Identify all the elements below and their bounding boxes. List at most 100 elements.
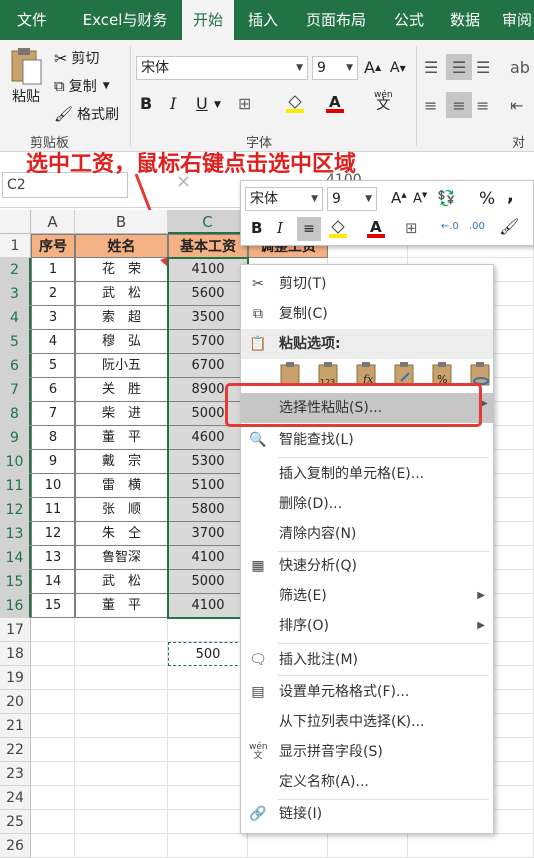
align-middle-icon[interactable]: ☰ [446, 54, 472, 80]
increase-font-icon[interactable]: A▲ [364, 58, 381, 77]
cell[interactable] [75, 618, 168, 642]
name-cell[interactable]: 阮小五 [75, 354, 168, 378]
name-cell[interactable]: 雷 横 [75, 474, 168, 498]
row-header[interactable]: 1 [0, 234, 31, 258]
tab-review[interactable]: 审阅 [494, 0, 534, 40]
column-header-c[interactable]: C [168, 210, 248, 234]
mini-font-color-button[interactable]: A [365, 217, 387, 243]
number-cell[interactable]: 11 [31, 498, 75, 522]
align-right-icon[interactable]: ≡ [476, 96, 489, 115]
row-header[interactable]: 9 [0, 426, 31, 450]
row-header[interactable]: 10 [0, 450, 31, 474]
salary-cell[interactable]: 4100 [168, 594, 248, 618]
row-header[interactable]: 4 [0, 306, 31, 330]
underline-button[interactable]: U [196, 94, 208, 113]
cell[interactable] [31, 690, 75, 714]
align-bottom-icon[interactable]: ☰ [476, 58, 490, 77]
cell[interactable] [75, 666, 168, 690]
menu-item-cut[interactable]: ✂ 剪切(T) [241, 269, 493, 299]
menu-item-delete[interactable]: 删除(D)... [241, 489, 493, 519]
name-cell[interactable]: 朱 仝 [75, 522, 168, 546]
salary-cell[interactable]: 5700 [168, 330, 248, 354]
cell[interactable] [168, 666, 248, 690]
name-cell[interactable]: 鲁智深 [75, 546, 168, 570]
row-header[interactable]: 25 [0, 810, 31, 834]
cell[interactable] [75, 834, 168, 858]
cell[interactable] [31, 666, 75, 690]
number-cell[interactable]: 12 [31, 522, 75, 546]
menu-item-pick-from-list[interactable]: 从下拉列表中选择(K)... [241, 707, 493, 737]
decrease-decimal-icon[interactable]: .00 [469, 221, 485, 232]
number-cell[interactable]: 8 [31, 426, 75, 450]
cell[interactable] [168, 834, 248, 858]
cell[interactable] [168, 714, 248, 738]
cell[interactable] [75, 642, 168, 666]
name-cell[interactable]: 张 顺 [75, 498, 168, 522]
number-cell[interactable]: 9 [31, 450, 75, 474]
row-header[interactable]: 8 [0, 402, 31, 426]
menu-item-insert-copied-cells[interactable]: 插入复制的单元格(E)... [241, 459, 493, 489]
copy-button[interactable]: ⧉ 复制 ▼ [54, 76, 110, 96]
tab-formulas[interactable]: 公式 [382, 0, 436, 40]
number-cell[interactable]: 14 [31, 570, 75, 594]
header-cell[interactable]: 姓名 [75, 234, 168, 258]
row-header[interactable]: 18 [0, 642, 31, 666]
tab-page-layout[interactable]: 页面布局 [292, 0, 380, 40]
menu-item-quick-analysis[interactable]: ▦ 快速分析(Q) [241, 551, 493, 581]
mini-bold-button[interactable]: B [251, 219, 262, 237]
column-header-a[interactable]: A [31, 210, 75, 234]
cell[interactable] [75, 810, 168, 834]
comma-style-icon[interactable]: , [507, 185, 514, 206]
menu-item-sort[interactable]: 排序(O) ▶ [241, 611, 493, 641]
tab-insert[interactable]: 插入 [236, 0, 290, 40]
cell[interactable] [408, 834, 534, 858]
copied-value-cell[interactable]: 500 [168, 642, 248, 666]
cell[interactable] [31, 810, 75, 834]
menu-item-link[interactable]: 🔗 链接(I) [241, 799, 493, 829]
row-header[interactable]: 20 [0, 690, 31, 714]
number-cell[interactable]: 10 [31, 474, 75, 498]
cell[interactable] [328, 834, 408, 858]
cell[interactable] [168, 618, 248, 642]
salary-cell[interactable]: 3700 [168, 522, 248, 546]
number-cell[interactable]: 5 [31, 354, 75, 378]
accounting-format-icon[interactable]: 💱 [437, 189, 456, 207]
row-header[interactable]: 11 [0, 474, 31, 498]
bold-button[interactable]: B [140, 94, 152, 113]
cell[interactable] [168, 810, 248, 834]
cell[interactable] [31, 786, 75, 810]
number-cell[interactable]: 7 [31, 402, 75, 426]
name-cell[interactable]: 戴 宗 [75, 450, 168, 474]
borders-icon[interactable]: ⊞ [238, 94, 251, 113]
column-header-b[interactable]: B [75, 210, 168, 234]
font-name-combo[interactable]: 宋体 ▼ [136, 56, 308, 80]
menu-item-insert-comment[interactable]: 🗨 插入批注(M) [241, 645, 493, 675]
align-top-icon[interactable]: ☰ [424, 58, 438, 77]
menu-item-filter[interactable]: 筛选(E) ▶ [241, 581, 493, 611]
row-header[interactable]: 15 [0, 570, 31, 594]
row-header[interactable]: 6 [0, 354, 31, 378]
center-align-icon[interactable]: ≡ [297, 217, 321, 241]
cell[interactable] [31, 618, 75, 642]
select-all-corner[interactable] [0, 210, 31, 234]
format-painter-icon[interactable]: 🖌 [499, 217, 519, 236]
salary-cell[interactable]: 3500 [168, 306, 248, 330]
name-cell[interactable]: 董 平 [75, 426, 168, 450]
name-cell[interactable]: 穆 弘 [75, 330, 168, 354]
cell[interactable] [168, 786, 248, 810]
cell[interactable] [75, 690, 168, 714]
decrease-font-icon[interactable]: A▼ [413, 191, 427, 206]
menu-item-define-name[interactable]: 定义名称(A)... [241, 767, 493, 797]
salary-cell[interactable]: 4100 [168, 546, 248, 570]
format-painter-button[interactable]: 🖌 格式刷 [54, 104, 119, 124]
cell[interactable] [31, 762, 75, 786]
name-cell[interactable]: 柴 进 [75, 402, 168, 426]
mini-font-name-combo[interactable]: 宋体 ▼ [245, 187, 323, 211]
number-cell[interactable]: 15 [31, 594, 75, 618]
name-cell[interactable]: 武 松 [75, 570, 168, 594]
cell[interactable] [31, 642, 75, 666]
salary-cell[interactable]: 6700 [168, 354, 248, 378]
name-cell[interactable]: 董 平 [75, 594, 168, 618]
salary-cell[interactable]: 5800 [168, 498, 248, 522]
indent-icon[interactable]: ⇤ [510, 96, 523, 115]
